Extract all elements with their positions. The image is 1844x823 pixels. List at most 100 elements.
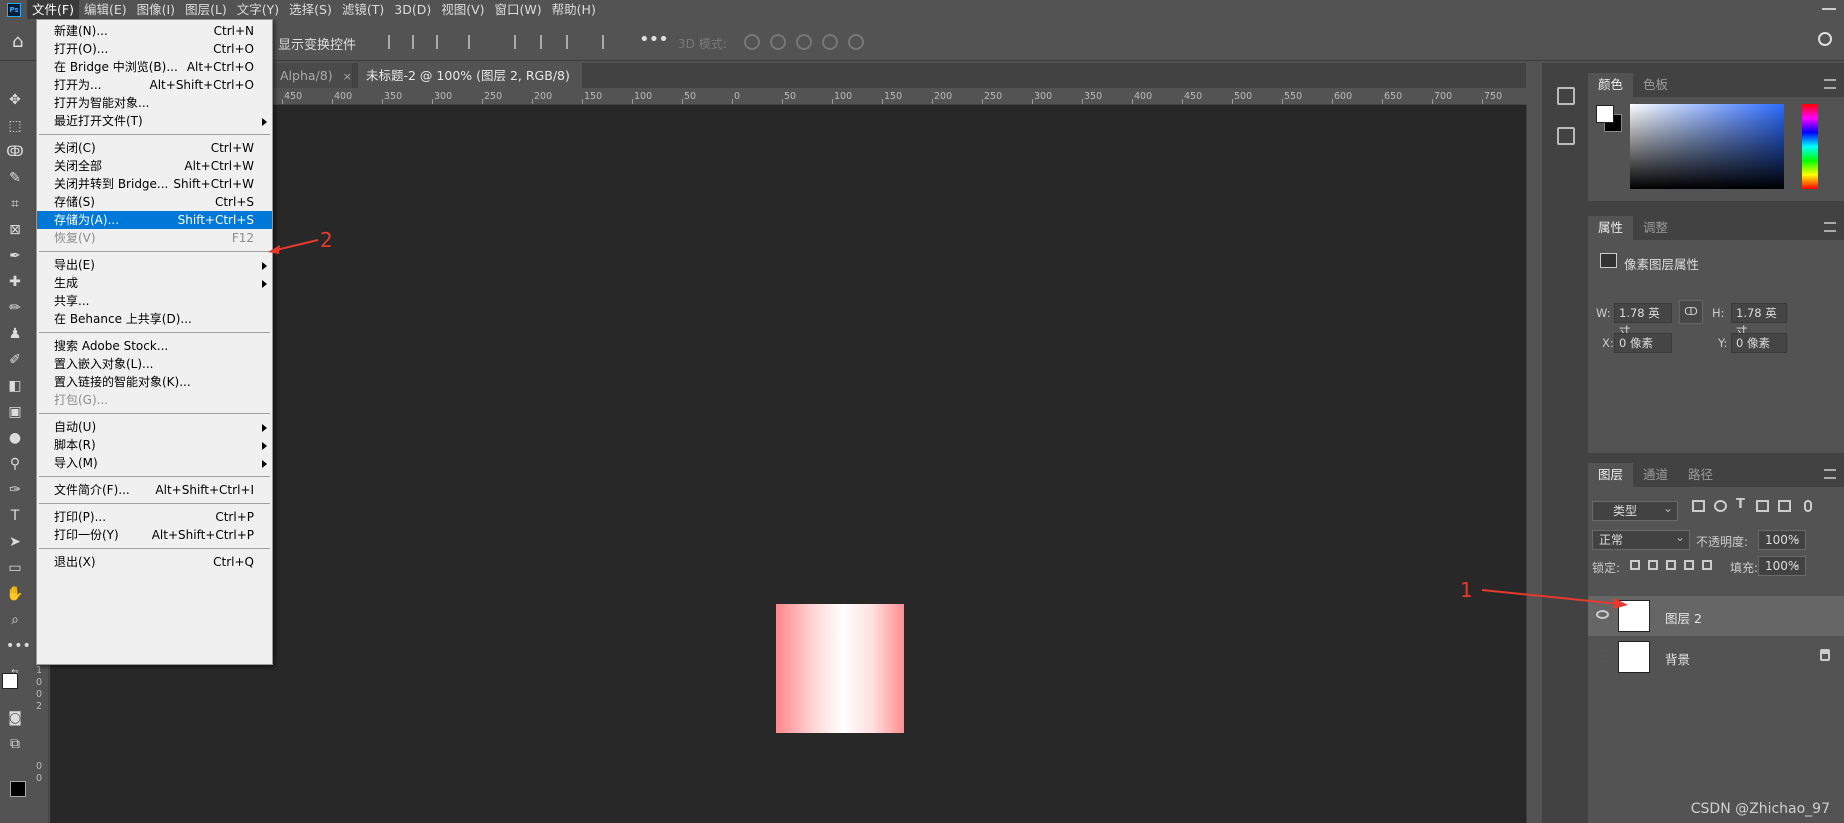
menu-window[interactable]: 窗口(W) [490, 0, 547, 19]
clone-stamp-tool-icon[interactable]: ♟ [6, 326, 24, 343]
tab-untitled-2[interactable]: 未标题-2 @ 100% (图层 2, RGB/8) *× [358, 63, 582, 108]
tab-swatches[interactable]: 色板 [1633, 73, 1678, 97]
file-menu-item[interactable]: 置入链接的智能对象(K)... [37, 373, 272, 391]
marquee-tool-icon[interactable]: ⬚ [6, 118, 24, 135]
file-menu-item[interactable]: 关闭(C) Ctrl+W [37, 139, 272, 157]
file-menu-item[interactable]: 退出(X) Ctrl+Q [37, 553, 272, 571]
rectangle-tool-icon[interactable]: ▭ [6, 560, 24, 577]
blur-tool-icon[interactable]: ● [6, 430, 24, 447]
layer-row-background[interactable]: 背景 [1588, 637, 1844, 677]
filter-type-icon[interactable]: T [1736, 497, 1749, 512]
file-menu-item[interactable]: 新建(N)... Ctrl+N [37, 22, 272, 40]
lock-transparent-icon[interactable] [1630, 560, 1640, 570]
visibility-toggle[interactable] [1596, 650, 1608, 662]
fill-field[interactable]: 100% [1758, 554, 1806, 576]
file-menu-item[interactable]: 共享... [37, 292, 272, 310]
file-menu-item[interactable]: 打开为智能对象... [37, 94, 272, 112]
menu-filter[interactable]: 滤镜(T) [337, 0, 389, 19]
menu-select[interactable]: 选择(S) [284, 0, 337, 19]
lock-position-icon[interactable] [1666, 560, 1676, 570]
menu-3d[interactable]: 3D(D) [389, 0, 436, 19]
quick-select-tool-icon[interactable]: ✎ [6, 170, 24, 187]
tab-channels[interactable]: 通道 [1633, 463, 1678, 487]
align-left-icon[interactable] [388, 35, 400, 49]
healing-brush-tool-icon[interactable]: ✚ [6, 274, 24, 291]
menu-edit[interactable]: 编辑(E) [79, 0, 132, 19]
home-icon[interactable]: ⌂ [12, 31, 23, 52]
eraser-tool-icon[interactable]: ◧ [6, 378, 24, 395]
align-bottom-icon[interactable] [566, 35, 578, 49]
hue-slider[interactable] [1802, 104, 1818, 189]
distribute-vertical-icon[interactable] [602, 35, 614, 49]
search-icon[interactable] [1818, 32, 1832, 46]
file-menu-item[interactable]: 存储(S) Ctrl+S [37, 193, 272, 211]
crop-tool-icon[interactable]: ⌗ [6, 196, 24, 213]
tab-alpha[interactable]: Alpha/8) × [272, 63, 352, 88]
background-color-swatch[interactable] [10, 781, 26, 797]
3d-roll-icon[interactable] [770, 34, 786, 50]
file-menu-item[interactable]: 最近打开文件(T) [37, 112, 272, 130]
zoom-tool-icon[interactable]: ⌕ [6, 612, 24, 629]
panel-menu-icon[interactable] [1824, 79, 1836, 89]
filter-smart-object-icon[interactable] [1778, 500, 1791, 512]
move-tool-icon[interactable]: ✥ [6, 92, 24, 109]
tab-paths[interactable]: 路径 [1678, 463, 1723, 487]
menu-help[interactable]: 帮助(H) [547, 0, 601, 19]
file-menu-item[interactable]: 文件简介(F)... Alt+Shift+Ctrl+I [37, 481, 272, 499]
file-menu-item[interactable]: 在 Bridge 中浏览(B)... Alt+Ctrl+O [37, 58, 272, 76]
screen-mode-icon[interactable]: ⧉ [6, 736, 24, 753]
file-menu-item[interactable]: 搜索 Adobe Stock... [37, 337, 272, 355]
history-brush-tool-icon[interactable]: ✐ [6, 352, 24, 369]
3d-pan-icon[interactable] [796, 34, 812, 50]
file-menu-item[interactable]: 生成 [37, 274, 272, 292]
color-field[interactable] [1630, 104, 1784, 189]
filter-toggle-icon[interactable] [1804, 500, 1812, 512]
file-menu-item[interactable]: 打开为... Alt+Shift+Ctrl+O [37, 76, 272, 94]
filter-pixel-icon[interactable] [1692, 500, 1705, 512]
close-icon[interactable]: × [343, 70, 352, 83]
height-field[interactable]: 1.78 英寸 [1731, 303, 1787, 338]
3d-scale-icon[interactable] [848, 34, 864, 50]
align-middle-icon[interactable] [540, 35, 552, 49]
layer-row-layer-2[interactable]: 图层 2 [1588, 596, 1844, 636]
lasso-tool-icon[interactable]: ↂ [6, 144, 24, 161]
type-tool-icon[interactable]: T [6, 508, 24, 525]
file-menu-item[interactable]: 打开(O)... Ctrl+O [37, 40, 272, 58]
tab-layers[interactable]: 图层 [1588, 463, 1634, 487]
3d-slide-icon[interactable] [822, 34, 838, 50]
filter-adjustment-icon[interactable] [1714, 500, 1727, 512]
layer-filter-select[interactable]: 类型 [1592, 499, 1678, 521]
menu-view[interactable]: 视图(V) [436, 0, 489, 19]
path-selection-tool-icon[interactable]: ➤ [6, 534, 24, 551]
file-menu-item[interactable]: 置入嵌入对象(L)... [37, 355, 272, 373]
panel-menu-icon[interactable] [1824, 469, 1836, 479]
edit-toolbar-icon[interactable]: ••• [6, 638, 31, 655]
quick-mask-icon[interactable]: ◙ [6, 710, 24, 727]
file-menu-item[interactable]: 存储为(A)... Shift+Ctrl+S [37, 211, 272, 229]
dodge-tool-icon[interactable]: ⚲ [6, 456, 24, 473]
foreground-color-chip[interactable] [1596, 105, 1614, 123]
3d-panel-icon[interactable] [1557, 127, 1575, 145]
tab-color[interactable]: 颜色 [1588, 73, 1634, 97]
link-icon[interactable]: ↀ [1679, 300, 1703, 324]
file-menu-item[interactable]: 自动(U) [37, 418, 272, 436]
file-menu-item[interactable]: 关闭并转到 Bridge... Shift+Ctrl+W [37, 175, 272, 193]
file-menu-item[interactable]: 打印(P)... Ctrl+P [37, 508, 272, 526]
align-center-icon[interactable] [412, 35, 424, 49]
gradient-tool-icon[interactable]: ▣ [6, 404, 24, 421]
panel-menu-icon[interactable] [1824, 222, 1836, 232]
distribute-icon[interactable] [468, 35, 480, 49]
frame-tool-icon[interactable]: ⊠ [6, 222, 24, 239]
y-field[interactable]: 0 像素 [1731, 333, 1787, 353]
menu-image[interactable]: 图像(I) [132, 0, 180, 19]
menu-type[interactable]: 文字(Y) [232, 0, 284, 19]
menu-layer[interactable]: 图层(L) [180, 0, 232, 19]
tab-properties[interactable]: 属性 [1588, 216, 1634, 240]
tab-adjustments[interactable]: 调整 [1633, 216, 1678, 240]
blend-mode-select[interactable]: 正常 [1592, 528, 1690, 550]
file-menu-item[interactable]: 导入(M) [37, 454, 272, 472]
opacity-field[interactable]: 100% [1758, 528, 1806, 550]
file-menu-item[interactable]: 关闭全部 Alt+Ctrl+W [37, 157, 272, 175]
minimize-icon[interactable] [1822, 2, 1836, 10]
show-transform-controls-label[interactable]: 显示变换控件 [278, 34, 356, 53]
